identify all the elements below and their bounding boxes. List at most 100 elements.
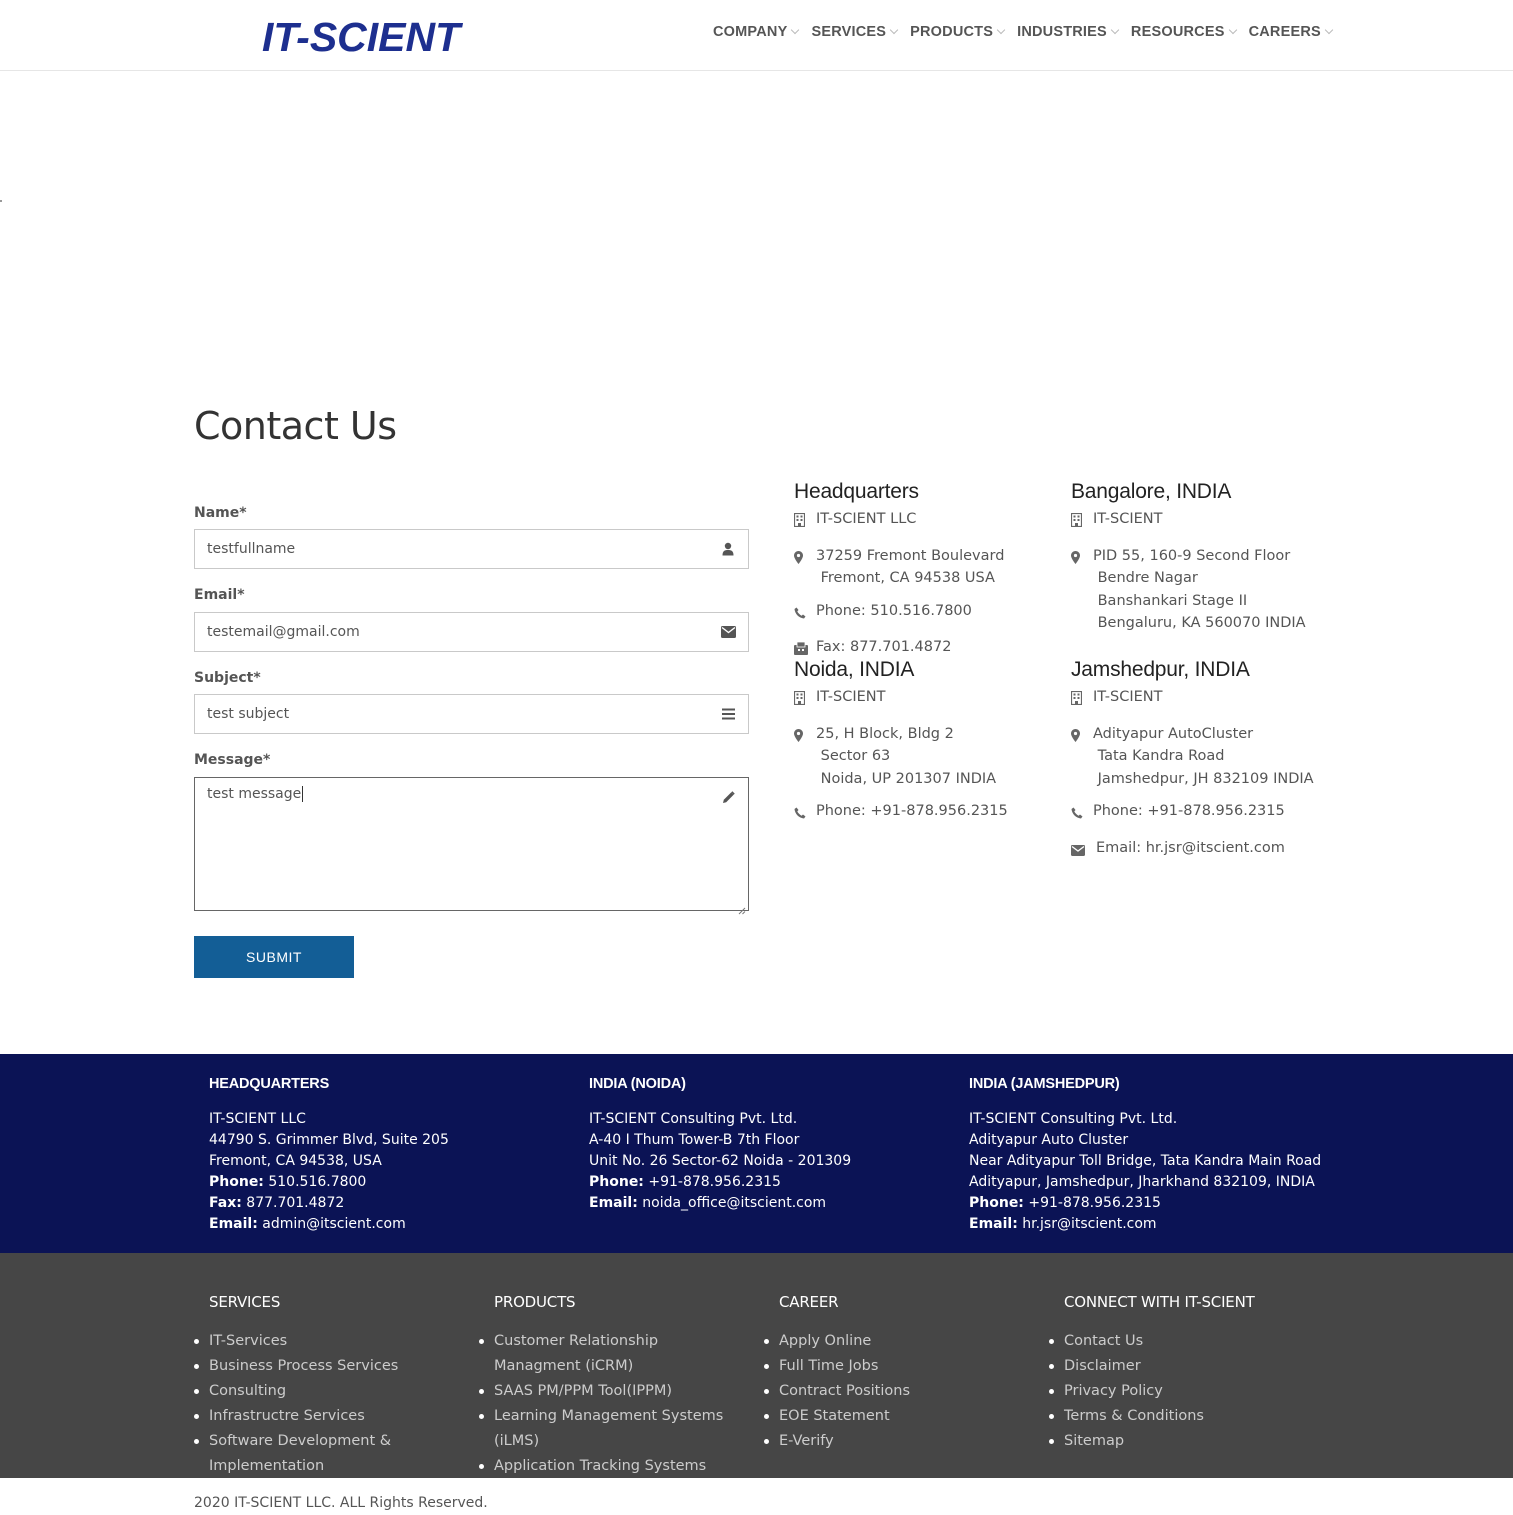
email-label: Email* bbox=[194, 587, 245, 603]
subject-field[interactable]: test subject bbox=[194, 694, 749, 734]
footer-link[interactable]: Contract Positions bbox=[764, 1379, 1029, 1404]
nav-label: SERVICES bbox=[811, 24, 887, 40]
footer-phone: Phone: +91-878.956.2315 bbox=[969, 1193, 1321, 1214]
nav-item-company[interactable]: COMPANY bbox=[713, 20, 800, 44]
footer-links: SERVICES IT-Services Business Process Se… bbox=[0, 1253, 1513, 1478]
footer-col-title: SERVICES bbox=[209, 1293, 281, 1311]
footer-link[interactable]: Full Time Jobs bbox=[764, 1354, 1029, 1379]
footer-noida: INDIA (NOIDA) IT-SCIENT Consulting Pvt. … bbox=[589, 1074, 851, 1214]
footer-link[interactable]: Privacy Policy bbox=[1049, 1379, 1324, 1404]
text-caret bbox=[302, 786, 304, 802]
footer-link[interactable]: Business Process Services bbox=[194, 1354, 459, 1379]
site-logo[interactable]: IT-SCIENT bbox=[262, 14, 460, 60]
envelope-icon bbox=[1071, 837, 1096, 864]
email-field[interactable]: testemail@gmail.com bbox=[194, 612, 749, 652]
office-jamshedpur: Jamshedpur, INDIA IT-SCIENT Adityapur Au… bbox=[1070, 658, 1314, 864]
subject-value: test subject bbox=[207, 706, 290, 722]
building-icon bbox=[793, 686, 816, 713]
footer-link[interactable]: E-Verify bbox=[764, 1429, 1029, 1454]
office-company-name: IT-SCIENT LLC bbox=[816, 511, 917, 527]
footer-link[interactable]: Infrastructre Services bbox=[194, 1404, 459, 1429]
email-link[interactable]: hr.jsr@itscient.com bbox=[1022, 1216, 1156, 1232]
office-title: Noida, INDIA bbox=[794, 658, 915, 681]
footer-jamshedpur: INDIA (JAMSHEDPUR) IT-SCIENT Consulting … bbox=[969, 1074, 1321, 1235]
nav-item-industries[interactable]: INDUSTRIES bbox=[1017, 20, 1120, 44]
fax-label: Fax: bbox=[209, 1195, 242, 1211]
footer-email: Email: hr.jsr@itscient.com bbox=[969, 1214, 1321, 1235]
footer-line: Near Adityapur Toll Bridge, Tata Kandra … bbox=[969, 1153, 1322, 1169]
footer-link[interactable]: Customer Relationship Managment (iCRM) bbox=[479, 1329, 739, 1379]
footer-line: Fremont, CA 94538, USA bbox=[209, 1153, 382, 1169]
phone-label: Phone: bbox=[589, 1174, 644, 1190]
name-field[interactable]: testfullname bbox=[194, 529, 749, 569]
footer-connect: CONNECT WITH IT-SCIENT Contact Us Discla… bbox=[1049, 1293, 1324, 1454]
email-link[interactable]: noida_office@itscient.com bbox=[642, 1195, 826, 1211]
footer-link[interactable]: Application Tracking Systems bbox=[479, 1454, 754, 1479]
nav-label: PRODUCTS bbox=[910, 24, 994, 40]
footer-link[interactable]: Disclaimer bbox=[1049, 1354, 1324, 1379]
email-label: Email: bbox=[209, 1216, 258, 1232]
message-textarea[interactable]: test message bbox=[194, 777, 749, 915]
footer-link[interactable]: Terms & Conditions bbox=[1049, 1404, 1324, 1429]
phone-value: +91-878.956.2315 bbox=[1028, 1195, 1161, 1211]
phone-icon bbox=[1071, 800, 1093, 827]
fax-value: 877.701.4872 bbox=[246, 1195, 345, 1211]
map-marker-icon bbox=[1071, 545, 1093, 572]
phone-value: +91-878.956.2315 bbox=[648, 1174, 781, 1190]
chevron-down-icon bbox=[1324, 25, 1334, 35]
user-icon bbox=[720, 541, 736, 557]
career-list: Apply Online Full Time Jobs Contract Pos… bbox=[764, 1329, 1029, 1454]
footer-email: Email: admin@itscient.com bbox=[209, 1214, 449, 1235]
footer-link[interactable]: Consulting bbox=[194, 1379, 459, 1404]
nav-item-resources[interactable]: RESOURCES bbox=[1131, 20, 1237, 44]
footer-phone: Phone: +91-878.956.2315 bbox=[589, 1172, 851, 1193]
footer-line: A-40 I Thum Tower-B 7th Floor bbox=[589, 1132, 800, 1148]
nav-item-careers[interactable]: CAREERS bbox=[1248, 20, 1334, 44]
footer-link[interactable]: SAAS PM/PPM Tool(IPPM) bbox=[479, 1379, 754, 1404]
office-address-text: 37259 Fremont Boulevard Fremont, CA 9453… bbox=[816, 547, 1005, 587]
copyright-text: 2020 IT-SCIENT LLC. ALL Rights Reserved. bbox=[194, 1495, 488, 1511]
footer-link[interactable]: Apply Online bbox=[764, 1329, 1029, 1354]
footer-col-title: INDIA (NOIDA) bbox=[589, 1076, 686, 1092]
footer-line: Adityapur Auto Cluster bbox=[969, 1132, 1129, 1148]
map-marker-icon bbox=[794, 545, 816, 572]
footer-link[interactable]: Software Development & Implementation bbox=[194, 1429, 409, 1479]
footer-link[interactable]: Contact Us bbox=[1049, 1329, 1324, 1354]
building-icon bbox=[1070, 686, 1093, 713]
email-link[interactable]: admin@itscient.com bbox=[262, 1216, 405, 1232]
office-address: 37259 Fremont Boulevard Fremont, CA 9453… bbox=[794, 545, 1004, 590]
office-address: PID 55, 160-9 Second Floor Bendre Nagar … bbox=[1071, 545, 1306, 635]
footer-line: Adityapur, Jamshedpur, Jharkhand 832109,… bbox=[969, 1174, 1315, 1190]
menu-lines-icon bbox=[720, 706, 736, 722]
office-company-name: IT-SCIENT bbox=[816, 689, 886, 705]
office-address-text: PID 55, 160-9 Second Floor Bendre Nagar … bbox=[1093, 547, 1306, 632]
office-company-name: IT-SCIENT bbox=[1093, 511, 1163, 527]
footer-phone: Phone: 510.516.7800 bbox=[209, 1172, 449, 1193]
footer-line: Unit No. 26 Sector-62 Noida - 201309 bbox=[589, 1153, 852, 1169]
office-email: Email: hr.jsr@itscient.com bbox=[1071, 837, 1314, 864]
footer-link[interactable]: Sitemap bbox=[1049, 1429, 1324, 1454]
office-title: Headquarters bbox=[794, 480, 919, 503]
office-phone: Phone: +91-878.956.2315 bbox=[1071, 800, 1314, 827]
nav-label: CAREERS bbox=[1248, 24, 1321, 40]
footer-link[interactable]: EOE Statement bbox=[764, 1404, 1029, 1429]
footer-link[interactable]: Learning Management Systems (iLMS) bbox=[479, 1404, 754, 1454]
map-marker-icon bbox=[1071, 723, 1093, 750]
page-title: Contact Us bbox=[194, 404, 397, 448]
footer-services: SERVICES IT-Services Business Process Se… bbox=[194, 1293, 459, 1479]
resize-handle[interactable] bbox=[738, 900, 746, 915]
office-title: Bangalore, INDIA bbox=[1071, 480, 1232, 503]
office-address-text: Adityapur AutoCluster Tata Kandra Road J… bbox=[1093, 725, 1314, 787]
message-label: Message* bbox=[194, 752, 271, 768]
main-nav: COMPANY SERVICES PRODUCTS INDUSTRIES RES… bbox=[713, 20, 1345, 44]
submit-button[interactable]: SUBMIT bbox=[194, 936, 354, 978]
footer-link[interactable]: IT-Services bbox=[194, 1329, 459, 1354]
nav-item-products[interactable]: PRODUCTS bbox=[910, 20, 1006, 44]
office-address-text: 25, H Block, Bldg 2 Sector 63 Noida, UP … bbox=[816, 725, 997, 787]
nav-item-services[interactable]: SERVICES bbox=[811, 20, 899, 44]
building-icon bbox=[1070, 508, 1093, 535]
office-email-text[interactable]: Email: hr.jsr@itscient.com bbox=[1096, 837, 1285, 860]
footer-fax: Fax: 877.701.4872 bbox=[209, 1193, 449, 1214]
site-header: IT-SCIENT COMPANY SERVICES PRODUCTS INDU… bbox=[0, 0, 1513, 71]
footer-col-title: CAREER bbox=[779, 1293, 839, 1311]
